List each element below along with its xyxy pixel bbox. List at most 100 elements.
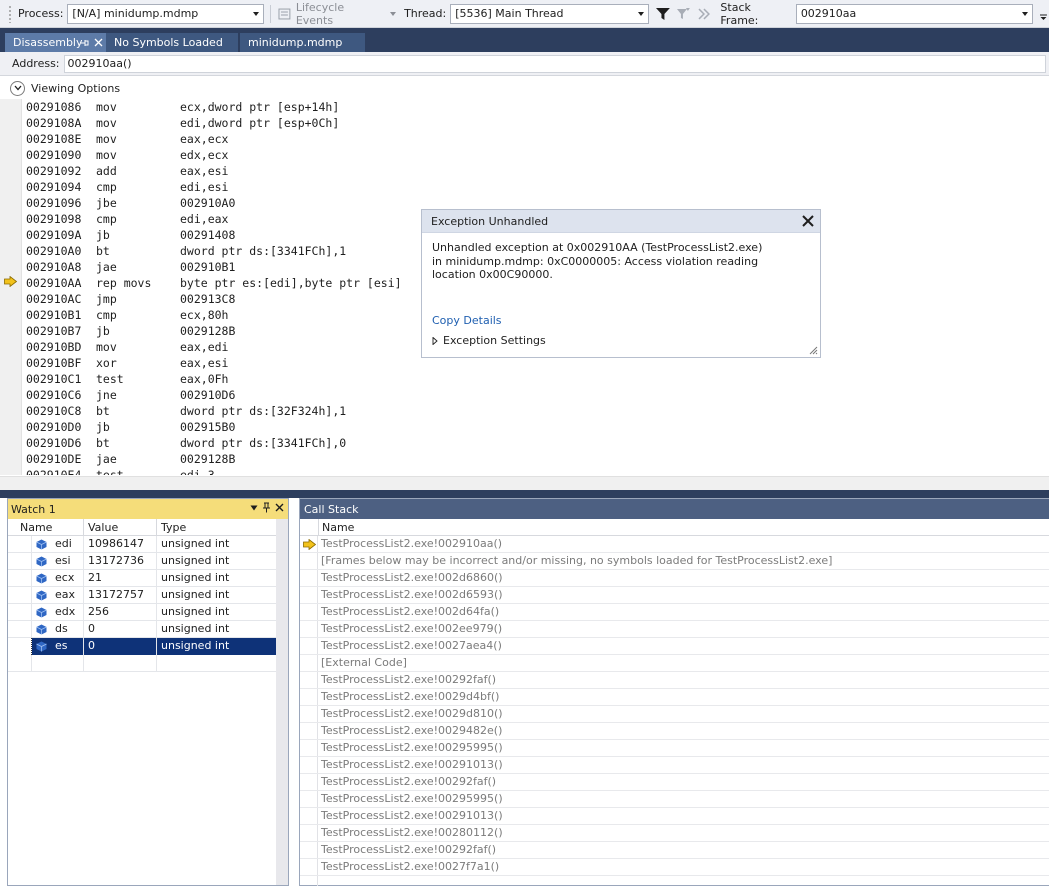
watch-row[interactable]: ds 0 unsigned int bbox=[8, 621, 278, 638]
watch-name-cell: edi bbox=[32, 536, 84, 553]
disassembly-line[interactable]: 00291086 mov ecx,dword ptr [esp+14h] bbox=[26, 99, 546, 115]
call-stack-row[interactable]: TestProcessList2.exe!0029d4bf() bbox=[300, 689, 1049, 706]
close-icon[interactable] bbox=[800, 213, 816, 229]
process-dropdown[interactable]: [N/A] minidump.mdmp bbox=[67, 3, 264, 24]
instruction-opcode: add bbox=[96, 164, 117, 178]
tab-minidump[interactable]: minidump.mdmp bbox=[240, 33, 365, 52]
watch-name: edx bbox=[55, 605, 76, 618]
disassembly-line[interactable]: 002910DE jae 0029128B bbox=[26, 451, 546, 467]
toolbar-overflow-icon[interactable] bbox=[1039, 8, 1049, 20]
call-stack-row[interactable]: TestProcessList2.exe!00292faf() bbox=[300, 774, 1049, 791]
toolbar-grip[interactable] bbox=[8, 4, 12, 23]
call-stack-frame: TestProcessList2.exe!00292faf() bbox=[321, 673, 497, 686]
call-stack-row[interactable]: TestProcessList2.exe!00280112() bbox=[300, 825, 1049, 842]
expand-viewing-options-button[interactable] bbox=[10, 80, 25, 96]
instruction-opcode: bt bbox=[96, 404, 110, 418]
dropdown-arrow-icon[interactable] bbox=[250, 505, 258, 511]
disassembly-line[interactable]: 00291094 cmp edi,esi bbox=[26, 179, 546, 195]
disassembly-line[interactable]: 00291092 add eax,esi bbox=[26, 163, 546, 179]
call-stack-row[interactable]: TestProcessList2.exe!00292faf() bbox=[300, 672, 1049, 689]
tab-no-symbols-loaded[interactable]: No Symbols Loaded bbox=[106, 33, 238, 52]
disassembly-line[interactable]: 002910D0 jb 002915B0 bbox=[26, 419, 546, 435]
disassembly-gutter[interactable] bbox=[0, 99, 22, 475]
watch-row[interactable]: edx 256 unsigned int bbox=[8, 604, 278, 621]
call-stack-row[interactable]: TestProcessList2.exe!00295995() bbox=[300, 791, 1049, 808]
column-header-type[interactable]: Type bbox=[157, 519, 278, 536]
call-stack-row[interactable]: TestProcessList2.exe!002d6860() bbox=[300, 570, 1049, 587]
disassembly-line[interactable]: 002910E4 test edi,3 bbox=[26, 467, 546, 475]
watch-row[interactable]: ecx 21 unsigned int bbox=[8, 570, 278, 587]
resize-grip-icon[interactable] bbox=[808, 345, 818, 355]
exception-title: Exception Unhandled bbox=[431, 214, 549, 228]
watch-empty-cell bbox=[157, 655, 278, 672]
call-stack-row[interactable]: TestProcessList2.exe!002d6593() bbox=[300, 587, 1049, 604]
flag-filter-icon[interactable] bbox=[675, 6, 691, 22]
disassembly-line[interactable]: 002910C1 test eax,0Fh bbox=[26, 371, 546, 387]
call-stack-row[interactable]: TestProcessList2.exe!0029482e() bbox=[300, 723, 1049, 740]
call-stack-row[interactable]: TestProcessList2.exe!00292faf() bbox=[300, 842, 1049, 859]
instruction-operands: 002910D6 bbox=[180, 388, 236, 402]
vertical-scrollbar[interactable] bbox=[276, 519, 288, 885]
watch-row[interactable]: esi 13172736 unsigned int bbox=[8, 553, 278, 570]
call-stack-row[interactable]: TestProcessList2.exe!002ee979() bbox=[300, 621, 1049, 638]
watch-value: 256 bbox=[84, 604, 157, 621]
close-icon[interactable] bbox=[94, 38, 103, 47]
thread-dropdown[interactable]: [5536] Main Thread bbox=[450, 3, 649, 24]
call-stack-row[interactable]: TestProcessList2.exe!00291013() bbox=[300, 808, 1049, 825]
tab-disassembly[interactable]: Disassembly bbox=[5, 33, 106, 52]
disassembly-line[interactable]: 0029108E mov eax,ecx bbox=[26, 131, 546, 147]
filter-icon[interactable] bbox=[655, 6, 671, 22]
watch-type: unsigned int bbox=[157, 604, 278, 621]
pin-icon[interactable] bbox=[262, 502, 271, 513]
disassembly-line[interactable]: 0029108A mov edi,dword ptr [esp+0Ch] bbox=[26, 115, 546, 131]
call-stack-frame: TestProcessList2.exe!00291013() bbox=[321, 809, 503, 822]
call-stack-row[interactable]: [Frames below may be incorrect and/or mi… bbox=[300, 553, 1049, 570]
call-stack-title-bar[interactable]: Call Stack bbox=[300, 499, 1049, 519]
watch-empty-row[interactable] bbox=[8, 655, 278, 672]
variable-cube-icon bbox=[36, 573, 47, 583]
watch-title-bar[interactable]: Watch 1 bbox=[8, 499, 288, 519]
exception-settings-toggle[interactable]: Exception Settings bbox=[432, 334, 546, 347]
lifecycle-events-button[interactable]: Lifecycle Events bbox=[277, 1, 397, 27]
call-stack-row[interactable]: TestProcessList2.exe!00295995() bbox=[300, 740, 1049, 757]
address-input[interactable]: 002910aa() bbox=[63, 54, 1046, 73]
watch-type: unsigned int bbox=[157, 570, 278, 587]
stack-frame-dropdown[interactable]: 002910aa bbox=[795, 3, 1034, 24]
variable-cube-icon bbox=[36, 624, 47, 634]
panel-splitter[interactable] bbox=[0, 490, 1049, 498]
call-stack-row[interactable]: TestProcessList2.exe!0027f7a1() bbox=[300, 859, 1049, 876]
watch-name: edi bbox=[55, 537, 72, 550]
horizontal-scrollbar[interactable] bbox=[0, 476, 1049, 490]
column-header-name[interactable]: Name bbox=[318, 519, 354, 536]
viewing-options[interactable]: Viewing Options bbox=[0, 78, 120, 98]
process-value: [N/A] minidump.mdmp bbox=[72, 7, 199, 20]
watch-row[interactable]: eax 13172757 unsigned int bbox=[8, 587, 278, 604]
call-stack-row[interactable]: TestProcessList2.exe!0027aea4() bbox=[300, 638, 1049, 655]
close-icon[interactable] bbox=[275, 503, 284, 512]
disassembly-line[interactable]: 002910D6 bt dword ptr ds:[3341FCh],0 bbox=[26, 435, 546, 451]
pin-icon[interactable] bbox=[80, 38, 90, 48]
call-stack-row[interactable]: TestProcessList2.exe!002910aa() bbox=[300, 536, 1049, 553]
instruction-operands: 002910A0 bbox=[180, 196, 236, 210]
instruction-operands: eax,edi bbox=[180, 340, 229, 354]
call-stack-frame: TestProcessList2.exe!00292faf() bbox=[321, 843, 497, 856]
disassembly-line[interactable]: 002910C8 bt dword ptr ds:[32F324h],1 bbox=[26, 403, 546, 419]
call-stack-row[interactable]: [External Code] bbox=[300, 655, 1049, 672]
call-stack-row[interactable]: TestProcessList2.exe!00291013() bbox=[300, 757, 1049, 774]
watch-value: 13172736 bbox=[84, 553, 157, 570]
disassembly-line[interactable]: 00291090 mov edx,ecx bbox=[26, 147, 546, 163]
variable-cube-icon bbox=[36, 607, 47, 617]
instruction-opcode: jae bbox=[96, 452, 117, 466]
column-header-name[interactable]: Name bbox=[8, 519, 84, 536]
exception-message: Unhandled exception at 0x002910AA (TestP… bbox=[432, 241, 763, 281]
copy-details-link[interactable]: Copy Details bbox=[432, 314, 502, 327]
column-header-value[interactable]: Value bbox=[84, 519, 157, 536]
watch-row[interactable]: edi 10986147 unsigned int bbox=[8, 536, 278, 553]
watch-row[interactable]: es 0 unsigned int bbox=[8, 638, 278, 655]
call-stack-row[interactable]: TestProcessList2.exe!0029d810() bbox=[300, 706, 1049, 723]
clear-filter-icon[interactable] bbox=[697, 6, 713, 22]
call-stack-row[interactable]: TestProcessList2.exe!002d64fa() bbox=[300, 604, 1049, 621]
disassembly-line[interactable]: 002910C6 jne 002910D6 bbox=[26, 387, 546, 403]
instruction-address: 002910D6 bbox=[26, 436, 82, 450]
instruction-address: 00291098 bbox=[26, 212, 82, 226]
